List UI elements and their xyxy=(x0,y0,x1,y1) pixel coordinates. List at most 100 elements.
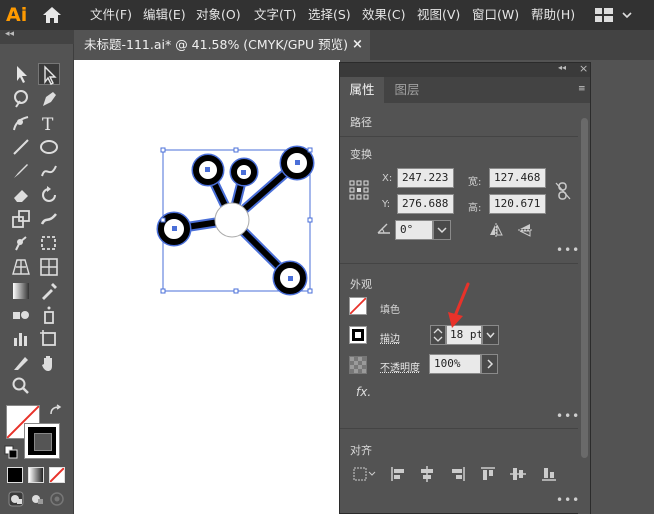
line-tool-icon[interactable] xyxy=(10,136,32,158)
stroke-color-swatch[interactable] xyxy=(349,326,367,344)
more-options-icon[interactable]: ••• xyxy=(556,493,580,507)
align-to-icon[interactable] xyxy=(352,466,378,482)
close-icon[interactable]: × xyxy=(352,37,364,52)
artboard-tool-icon[interactable] xyxy=(38,328,60,350)
eyedropper-tool-icon[interactable] xyxy=(38,280,60,302)
artwork-graphic[interactable] xyxy=(74,60,340,514)
menu-object[interactable]: 对象(O) xyxy=(196,0,241,30)
symbol-sprayer-icon[interactable] xyxy=(38,304,60,326)
opacity-field[interactable]: 100% xyxy=(429,354,481,374)
more-options-icon[interactable]: ••• xyxy=(556,243,580,257)
y-label: Y: xyxy=(382,199,391,210)
opacity-arrow-icon[interactable] xyxy=(481,354,498,374)
stroke-swatch[interactable] xyxy=(24,423,60,459)
menu-select[interactable]: 选择(S) xyxy=(308,0,351,30)
svg-text:T: T xyxy=(42,115,54,134)
reference-point-icon[interactable] xyxy=(349,180,369,200)
perspective-grid-icon[interactable] xyxy=(10,256,32,278)
align-vcenter-icon[interactable] xyxy=(509,465,527,483)
height-label: 高: xyxy=(468,203,482,214)
document-tab-title: 未标题-111.ai* @ 41.58% (CMYK/GPU 预览) xyxy=(84,37,348,52)
divider xyxy=(340,428,578,429)
fill-color-swatch[interactable] xyxy=(349,297,367,315)
menu-file[interactable]: 文件(F) xyxy=(90,0,132,30)
constrain-link-icon[interactable] xyxy=(555,182,571,200)
none-mode-icon[interactable] xyxy=(49,467,65,483)
fill-label: 填色 xyxy=(380,305,400,316)
collapse-chevron-icon[interactable]: ◂◂ xyxy=(5,29,14,39)
home-icon[interactable] xyxy=(42,6,62,24)
rotate-angle-field[interactable]: 0° xyxy=(395,220,433,240)
menu-edit[interactable]: 编辑(E) xyxy=(143,0,186,30)
opacity-label[interactable]: 不透明度 xyxy=(380,359,420,374)
default-colors-icon[interactable] xyxy=(4,445,18,459)
menu-effect[interactable]: 效果(C) xyxy=(362,0,405,30)
align-hcenter-icon[interactable] xyxy=(418,465,436,483)
mesh-tool-icon[interactable] xyxy=(38,256,60,278)
free-transform-icon[interactable] xyxy=(38,232,60,254)
height-field[interactable]: 120.671 xyxy=(489,194,546,214)
divider xyxy=(340,263,578,264)
scale-tool-icon[interactable] xyxy=(10,208,32,230)
draw-normal-icon[interactable] xyxy=(8,491,24,507)
panel-menu-icon[interactable]: ≡ xyxy=(578,84,585,94)
flip-horizontal-icon[interactable] xyxy=(488,222,504,238)
menu-type[interactable]: 文字(T) xyxy=(254,0,296,30)
direct-selection-tool-icon[interactable] xyxy=(38,63,60,85)
selection-tool-icon[interactable] xyxy=(10,63,32,85)
draw-behind-icon[interactable] xyxy=(29,491,45,507)
flip-vertical-icon[interactable] xyxy=(517,222,533,238)
menu-view[interactable]: 视图(V) xyxy=(417,0,460,30)
menu-window[interactable]: 窗口(W) xyxy=(472,0,519,30)
menu-help[interactable]: 帮助(H) xyxy=(531,0,575,30)
blend-tool-icon[interactable] xyxy=(10,304,32,326)
rotate-tool-icon[interactable] xyxy=(38,184,60,206)
app-logo: Ai xyxy=(6,4,28,26)
width-field[interactable]: 127.468 xyxy=(489,168,546,188)
more-options-icon[interactable]: ••• xyxy=(556,409,580,423)
slice-tool-icon[interactable] xyxy=(10,352,32,374)
stroke-weight-chevron-icon[interactable] xyxy=(482,325,499,345)
pen-tool-icon[interactable] xyxy=(38,88,60,110)
magic-wand-icon[interactable] xyxy=(10,88,32,110)
gradient-tool-icon[interactable] xyxy=(10,280,32,302)
eraser-tool-icon[interactable] xyxy=(10,184,32,206)
workspace-grid-icon[interactable] xyxy=(594,6,614,24)
angle-dropdown-chevron-icon[interactable] xyxy=(433,220,451,240)
fx-effects-icon[interactable]: fx. xyxy=(356,385,371,399)
x-label: X: xyxy=(382,173,393,184)
align-bottom-icon[interactable] xyxy=(540,465,558,483)
rotate-angle-icon xyxy=(376,221,392,235)
align-left-icon[interactable] xyxy=(389,465,407,483)
zoom-tool-icon[interactable] xyxy=(10,375,32,397)
section-transform-title: 变换 xyxy=(350,148,372,161)
type-tool-icon[interactable]: T xyxy=(38,112,60,134)
align-right-icon[interactable] xyxy=(449,465,467,483)
align-top-icon[interactable] xyxy=(479,465,497,483)
ellipse-tool-icon[interactable] xyxy=(38,136,60,158)
tab-properties[interactable]: 属性 xyxy=(340,77,384,103)
draw-inside-icon[interactable] xyxy=(49,491,65,507)
section-align-title: 对齐 xyxy=(350,444,372,457)
x-field[interactable]: 247.223 xyxy=(397,168,454,188)
curvature-tool-icon[interactable] xyxy=(10,112,32,134)
panel-collapse-icon[interactable]: ◂◂ xyxy=(558,63,566,72)
red-annotation-arrow-icon xyxy=(448,282,470,328)
section-path-label: 路径 xyxy=(350,116,372,129)
warp-tool-icon[interactable] xyxy=(38,208,60,230)
chevron-down-icon[interactable] xyxy=(622,9,632,19)
column-graph-icon[interactable] xyxy=(10,328,32,350)
shaper-tool-icon[interactable] xyxy=(38,160,60,182)
stroke-label[interactable]: 描边 xyxy=(380,330,400,345)
y-field[interactable]: 276.688 xyxy=(397,194,454,214)
color-mode-icon[interactable] xyxy=(7,467,23,483)
swap-arrow-icon[interactable] xyxy=(48,404,62,418)
hand-tool-icon[interactable] xyxy=(38,352,60,374)
panel-close-icon[interactable]: × xyxy=(579,62,588,75)
tab-layers[interactable]: 图层 xyxy=(385,77,429,103)
panel-scroll-thumb[interactable] xyxy=(581,118,588,458)
gradient-mode-icon[interactable] xyxy=(28,467,44,483)
width-label: 宽: xyxy=(468,177,482,188)
puppet-warp-icon[interactable] xyxy=(10,232,32,254)
paintbrush-tool-icon[interactable] xyxy=(10,160,32,182)
